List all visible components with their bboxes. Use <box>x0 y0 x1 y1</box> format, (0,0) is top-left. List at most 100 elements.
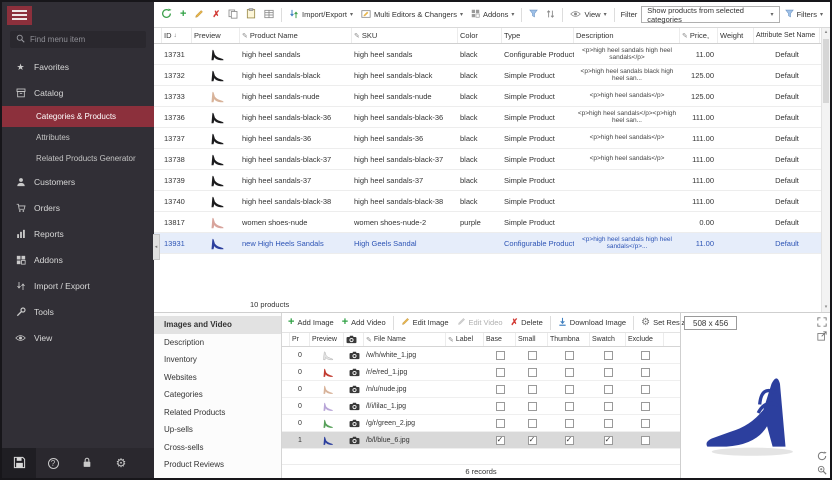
save-button[interactable] <box>2 448 36 478</box>
detail-tab-websites[interactable]: Websites <box>154 369 281 387</box>
checkbox-thumbnail[interactable] <box>565 402 574 411</box>
checkbox-exclude[interactable] <box>641 368 650 377</box>
fullscreen-icon[interactable] <box>817 317 827 327</box>
sidebar-item-import-export[interactable]: Import / Export <box>2 273 154 299</box>
sidebar-subitem-attributes[interactable]: Attributes <box>2 127 154 148</box>
sidebar-item-orders[interactable]: Orders <box>2 195 154 221</box>
column-header-pr[interactable]: Pr <box>290 333 310 346</box>
checkbox-small[interactable] <box>528 419 537 428</box>
product-row[interactable]: 13737high heel sandals-36high heel sanda… <box>154 128 830 149</box>
row-expander[interactable] <box>154 65 162 85</box>
settings-button[interactable]: ⚙ <box>104 448 138 478</box>
column-header-small[interactable]: Small <box>516 333 548 346</box>
checkbox-swatch[interactable]: ✓ <box>604 436 613 445</box>
checkbox-small[interactable]: ✓ <box>528 436 537 445</box>
sidebar-item-catalog[interactable]: Catalog <box>2 80 154 106</box>
column-header-price[interactable]: ✎Price, <box>680 28 718 43</box>
paste-button[interactable] <box>243 6 259 23</box>
column-header-base[interactable]: Base <box>484 333 516 346</box>
detail-tab-product-reviews[interactable]: Product Reviews <box>154 456 281 474</box>
sidebar-search-input[interactable]: Find menu item <box>10 31 146 48</box>
column-header-thumbna[interactable]: Thumbna <box>548 333 590 346</box>
zoom-icon[interactable] <box>817 465 827 475</box>
edit-video-button[interactable]: Edit Video <box>454 316 506 329</box>
column-header-type[interactable]: Type <box>502 28 574 43</box>
row-expander[interactable] <box>154 212 162 232</box>
checkbox-thumbnail[interactable] <box>565 368 574 377</box>
scroll-down-icon[interactable]: ▾ <box>822 303 830 312</box>
product-row[interactable]: 13740high heel sandals-black-38high heel… <box>154 191 830 212</box>
sidebar-item-view[interactable]: View <box>2 325 154 351</box>
checkbox-small[interactable] <box>528 351 537 360</box>
row-expander[interactable] <box>154 170 162 190</box>
sidebar-item-addons[interactable]: Addons <box>2 247 154 273</box>
checkbox-exclude[interactable] <box>641 419 650 428</box>
sidebar-item-customers[interactable]: Customers <box>2 169 154 195</box>
checkbox-base[interactable] <box>496 402 505 411</box>
checkbox-swatch[interactable] <box>604 419 613 428</box>
menu-toggle-button[interactable] <box>7 6 32 25</box>
copy-button[interactable] <box>225 7 241 23</box>
checkbox-thumbnail[interactable] <box>565 419 574 428</box>
product-row[interactable]: 13732high heel sandals-blackhigh heel sa… <box>154 65 830 86</box>
row-expander[interactable] <box>154 107 162 127</box>
filter-icon-button[interactable] <box>526 7 541 22</box>
column-header-weight[interactable]: Weight <box>718 28 754 43</box>
add-video-button[interactable]: +Add Video <box>339 316 389 329</box>
column-header-color[interactable]: Color <box>458 28 502 43</box>
column-header-swatch[interactable]: Swatch <box>590 333 626 346</box>
sidebar-item-tools[interactable]: Tools <box>2 299 154 325</box>
detail-tab-images-and-video[interactable]: Images and Video <box>154 316 281 334</box>
checkbox-exclude[interactable] <box>641 385 650 394</box>
image-row[interactable]: 0/n/u/nude.jpg <box>282 381 680 398</box>
product-row[interactable]: 13739high heel sandals-37high heel sanda… <box>154 170 830 191</box>
row-expander[interactable] <box>154 149 162 169</box>
detail-tab-inventory[interactable]: Inventory <box>154 351 281 369</box>
detail-tab-description[interactable]: Description <box>154 334 281 352</box>
row-expander[interactable] <box>154 191 162 211</box>
column-header-camera[interactable] <box>344 333 364 346</box>
checkbox-base[interactable]: ✓ <box>496 436 505 445</box>
checkbox-swatch[interactable] <box>604 351 613 360</box>
product-row[interactable]: 13738high heel sandals-black-37high heel… <box>154 149 830 170</box>
checkbox-swatch[interactable] <box>604 402 613 411</box>
column-header-preview[interactable]: Preview <box>310 333 344 346</box>
column-header-label[interactable]: ✎Label <box>446 333 484 346</box>
product-row[interactable]: 13736high heel sandals-black-36high heel… <box>154 107 830 128</box>
scrollbar-thumb[interactable] <box>823 39 829 103</box>
checkbox-small[interactable] <box>528 402 537 411</box>
vertical-scrollbar[interactable]: ▴ ▾ <box>821 28 830 312</box>
checkbox-thumbnail[interactable]: ✓ <box>565 436 574 445</box>
row-expander[interactable] <box>282 432 290 448</box>
row-expander[interactable] <box>154 86 162 106</box>
checkbox-base[interactable] <box>496 385 505 394</box>
row-expander[interactable] <box>282 381 290 397</box>
columns-button[interactable] <box>261 7 277 23</box>
view-menu[interactable]: View▾ <box>567 8 609 22</box>
image-row[interactable]: 1/b/l/blue_6.jpg✓✓✓✓ <box>282 432 680 449</box>
detail-tab-cross-sells[interactable]: Cross-sells <box>154 439 281 457</box>
row-expander[interactable] <box>154 128 162 148</box>
sidebar-subitem-related-products-generator[interactable]: Related Products Generator <box>2 148 154 169</box>
column-header-id[interactable]: ID↓ <box>162 28 192 43</box>
product-row[interactable]: 13731high heel sandalshigh heel sandalsb… <box>154 44 830 65</box>
rotate-icon[interactable] <box>817 451 827 461</box>
edit-product-button[interactable] <box>191 7 207 23</box>
sidebar-item-favorites[interactable]: ★Favorites <box>2 54 154 80</box>
add-image-button[interactable]: +Add Image <box>285 316 337 329</box>
column-header-attribute-set-name[interactable]: Attribute Set Name <box>754 28 820 43</box>
detail-tab-categories[interactable]: Categories <box>154 386 281 404</box>
detail-tab-up-sells[interactable]: Up-sells <box>154 421 281 439</box>
image-row[interactable]: 0/l/i/lilac_1.jpg <box>282 398 680 415</box>
help-button[interactable]: ? <box>36 448 70 478</box>
lock-button[interactable] <box>70 448 104 478</box>
checkbox-base[interactable] <box>496 419 505 428</box>
edit-image-button[interactable]: Edit Image <box>398 316 452 329</box>
row-expander[interactable] <box>282 398 290 414</box>
download-image-button[interactable]: Download Image <box>555 316 629 330</box>
checkbox-thumbnail[interactable] <box>565 385 574 394</box>
multi-editors-menu[interactable]: Multi Editors & Changers▾ <box>358 7 466 23</box>
checkbox-small[interactable] <box>528 368 537 377</box>
row-expander[interactable] <box>282 415 290 431</box>
sidebar-collapse-handle[interactable]: ◂ <box>153 234 160 260</box>
